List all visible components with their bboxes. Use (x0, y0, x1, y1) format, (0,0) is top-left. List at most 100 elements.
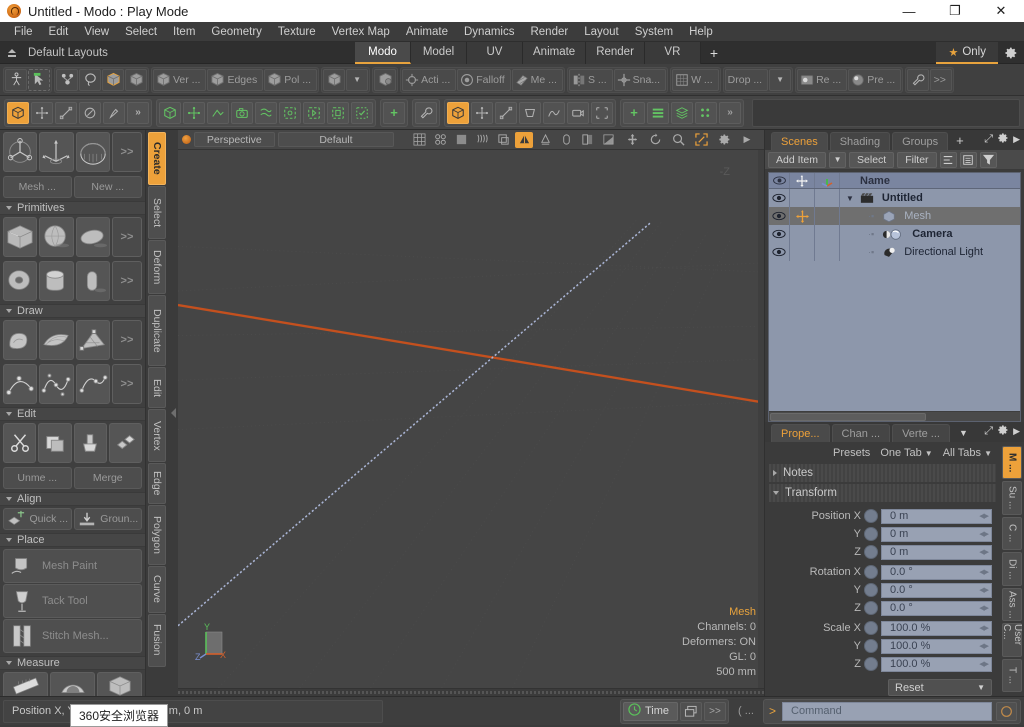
item-mode[interactable] (102, 69, 124, 91)
scenes-tab-scenes[interactable]: Scenes (771, 132, 828, 150)
center-mode-toggle[interactable] (591, 102, 613, 124)
add-assembly-item[interactable] (351, 102, 373, 124)
add-locator-item[interactable] (183, 102, 205, 124)
section-notes[interactable]: Notes (769, 464, 996, 482)
filter-button[interactable]: Filter (897, 152, 936, 168)
backdrop-icon[interactable] (599, 132, 617, 148)
items-mode-toggle[interactable] (447, 102, 469, 124)
rotate-icon[interactable] (646, 132, 664, 148)
gl-shading-icon[interactable] (515, 132, 533, 148)
curves-mode-toggle[interactable] (543, 102, 565, 124)
topology-pen[interactable] (76, 320, 110, 360)
standard-action-center[interactable] (5, 69, 27, 91)
expand-icon[interactable]: ⤢ (984, 133, 993, 146)
sculpt-draw[interactable] (3, 320, 37, 360)
advanced-shading-icon[interactable] (494, 132, 512, 148)
section-primitives[interactable]: Primitives (0, 201, 145, 215)
left-tab-vertex[interactable]: Vertex (148, 409, 166, 462)
work-plane[interactable]: W ... (672, 69, 719, 91)
gear-icon[interactable] (997, 424, 1009, 439)
properties-vtab-2[interactable]: C ... (1002, 517, 1022, 550)
channel-dot-icon[interactable] (864, 527, 878, 541)
statusbar-paren-label[interactable]: ( ... (732, 702, 760, 721)
field-value-input[interactable]: 0 m (881, 527, 992, 542)
channel-dot-icon[interactable] (864, 583, 878, 597)
left-overflow[interactable]: » (127, 102, 149, 124)
ellipsoid-primitive[interactable] (76, 217, 110, 257)
add-item-button[interactable]: Add Item (768, 152, 826, 168)
draw-more[interactable]: >> (112, 320, 142, 360)
select-button[interactable]: Select (849, 152, 894, 168)
properties-vtab-3[interactable]: Di ... (1002, 552, 1022, 585)
add-light-item[interactable] (207, 102, 229, 124)
field-value-input[interactable]: 100.0 % (881, 621, 992, 636)
channel-dot-icon[interactable] (864, 565, 878, 579)
row-transform-toggle[interactable] (790, 207, 815, 225)
section-measure[interactable]: Measure (0, 656, 145, 670)
left-tab-polygon[interactable]: Polygon (148, 505, 166, 564)
add-item-plus[interactable]: + (383, 102, 405, 124)
viewport-menu-icon[interactable]: ▶ (738, 132, 756, 148)
fit-icon[interactable] (692, 132, 710, 148)
add-backdrop-item[interactable] (327, 102, 349, 124)
add-group-item[interactable] (279, 102, 301, 124)
duplicate-tool[interactable] (109, 423, 142, 463)
action-center[interactable]: Acti ... (402, 69, 456, 91)
more-tools[interactable]: >> (112, 132, 142, 172)
field-value-input[interactable]: 0 m (881, 509, 992, 524)
new-button[interactable]: New ... (74, 176, 143, 198)
cut-tool[interactable] (3, 423, 36, 463)
item-list[interactable]: Name ▼Untitled·▪Mesh·▪Camera·▪Directiona… (768, 172, 1021, 422)
channel-dot-icon[interactable] (864, 509, 878, 523)
item-list-row[interactable]: ·▪Mesh (769, 207, 1020, 225)
expand-icon[interactable]: ⤢ (984, 425, 993, 438)
layout-tab-render[interactable]: Render (586, 42, 645, 64)
menu-layout[interactable]: Layout (576, 22, 627, 42)
options-view[interactable] (695, 102, 717, 124)
row-visibility-toggle[interactable] (769, 243, 790, 261)
layout-tab-vr[interactable]: VR (645, 42, 701, 64)
overflow-more[interactable]: >> (930, 69, 952, 91)
menu-edit[interactable]: Edit (41, 22, 77, 42)
field-value-input[interactable]: 0 m (881, 545, 992, 560)
left-tab-create[interactable]: Create (148, 132, 166, 185)
viewport-shading-selector[interactable]: Default (278, 132, 394, 147)
row-transform-toggle[interactable] (790, 189, 815, 207)
field-value-input[interactable]: 0.0 ° (881, 601, 992, 616)
scenes-add-tab[interactable]: + (950, 132, 970, 150)
snapping[interactable]: Sna... (614, 69, 666, 91)
item-list-horizontal-scrollbar[interactable] (769, 411, 1020, 421)
channel-dot-icon[interactable] (864, 639, 878, 653)
layout-tab-model[interactable]: Model (411, 42, 467, 64)
hierarchy-toggle[interactable] (940, 152, 957, 168)
edges-mode-toggle[interactable] (495, 102, 517, 124)
row-visibility-toggle[interactable] (769, 225, 790, 243)
only-toggle-button[interactable]: ★ Only (936, 42, 998, 64)
properties-tab-dropdown[interactable]: ▼ (952, 424, 975, 442)
chevron-right-icon[interactable]: ▶ (1013, 426, 1022, 437)
left-tab-edge[interactable]: Edge (148, 463, 166, 504)
paint-mode[interactable] (103, 102, 125, 124)
row-axis-toggle[interactable] (815, 225, 840, 243)
left-panel-collapse-handle[interactable] (168, 130, 178, 696)
select-through[interactable] (56, 69, 78, 91)
viewport-menu-dot-icon[interactable] (182, 135, 191, 144)
add-item-dropdown[interactable]: ▼ (829, 152, 846, 168)
drop-tool[interactable]: Drop ... (725, 69, 768, 91)
viewport-settings-icon[interactable] (715, 132, 733, 148)
menu-select[interactable]: Select (117, 22, 165, 42)
tool-properties[interactable] (907, 69, 929, 91)
section-draw[interactable]: Draw (0, 304, 145, 318)
gear-icon[interactable] (998, 46, 1024, 60)
close-button[interactable]: ✕ (978, 0, 1024, 22)
minimize-button[interactable]: — (886, 0, 932, 22)
polygons-mode[interactable]: Pol ... (264, 69, 317, 91)
stitch-mesh-tool[interactable]: Stitch Mesh... (3, 619, 142, 653)
list-toggle[interactable] (960, 152, 977, 168)
add-deformer-item[interactable] (255, 102, 277, 124)
dimensions-tool[interactable] (97, 672, 142, 696)
edge-selection-mode[interactable] (55, 102, 77, 124)
all-tabs-dropdown[interactable]: All Tabs ▼ (943, 447, 992, 459)
statusbar-more-button[interactable]: >> (704, 702, 726, 721)
left-tab-duplicate[interactable]: Duplicate (148, 295, 166, 367)
